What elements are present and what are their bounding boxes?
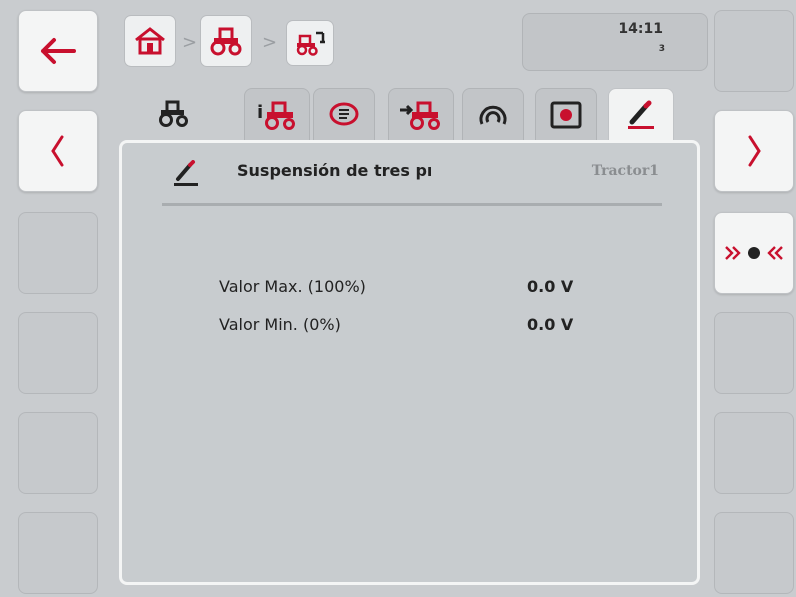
calibrate-icon	[725, 246, 783, 260]
back-button[interactable]	[18, 10, 98, 92]
side-button-left-5[interactable]	[18, 412, 98, 494]
tractor-info-icon: i	[257, 101, 295, 130]
min-value-label[interactable]: Valor Min. (0%)	[219, 315, 341, 334]
breadcrumb-tractor-implement[interactable]	[286, 20, 334, 66]
home-icon	[135, 27, 165, 55]
breadcrumb-tractor[interactable]	[200, 15, 252, 67]
tab-messages[interactable]	[313, 88, 375, 144]
max-value[interactable]: 0.0 V	[527, 277, 573, 296]
breadcrumb-home[interactable]	[124, 15, 176, 67]
tab-hitch[interactable]	[535, 88, 597, 144]
tractor-settings-icon	[400, 101, 440, 130]
clock-subtext: 3	[658, 44, 665, 54]
side-button-left-6[interactable]	[18, 512, 98, 594]
tab-tractor[interactable]	[140, 88, 206, 144]
tab-tractor-info[interactable]: i	[244, 88, 310, 144]
arrow-left-icon	[41, 38, 76, 64]
side-button-left-3[interactable]	[18, 212, 98, 294]
side-button-right-5[interactable]	[714, 412, 794, 494]
side-button-right-1[interactable]	[714, 10, 794, 92]
clock-display: 14:11 3	[522, 13, 708, 71]
calibration-panel: Suspensión de tres pı Tractor1 Valor Max…	[119, 140, 700, 585]
previous-button[interactable]	[18, 110, 98, 192]
tractor-name: Tractor1	[591, 163, 659, 179]
side-button-right-4[interactable]	[714, 312, 794, 394]
calibrate-button[interactable]	[714, 212, 794, 294]
side-button-left-4[interactable]	[18, 312, 98, 394]
chevron-right-icon	[748, 135, 761, 167]
panel-title: Suspensión de tres pı	[237, 161, 433, 180]
calibrate-pen-icon	[628, 100, 654, 129]
svg-text:i: i	[257, 102, 263, 123]
next-button[interactable]	[714, 110, 794, 192]
message-icon	[329, 102, 359, 126]
max-value-label[interactable]: Valor Max. (100%)	[219, 277, 366, 296]
terminal-screen: > > 14:11 3 i Suspensión de tres pı Trac…	[0, 0, 796, 597]
tab-gauge[interactable]	[462, 88, 524, 144]
side-button-right-6[interactable]	[714, 512, 794, 594]
clock-time: 14:11	[618, 21, 663, 37]
tab-calibration[interactable]	[608, 88, 674, 148]
min-value[interactable]: 0.0 V	[527, 315, 573, 334]
title-divider	[162, 203, 662, 206]
tractor-icon	[159, 100, 188, 127]
chevron-left-icon	[51, 135, 64, 167]
tractor-implement-icon	[296, 31, 325, 56]
calibrate-pen-icon	[174, 160, 198, 186]
gauge-icon	[479, 105, 507, 125]
tractor-icon	[210, 27, 242, 56]
hitch-icon	[550, 101, 582, 129]
breadcrumb-separator: >	[182, 32, 198, 53]
tab-tractor-settings[interactable]	[388, 88, 454, 144]
breadcrumb-separator: >	[262, 32, 278, 53]
